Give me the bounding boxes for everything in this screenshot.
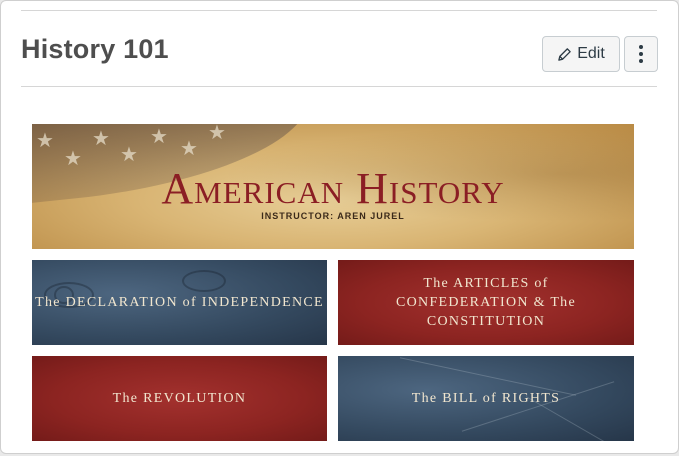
tile-declaration-of-independence[interactable]: The DECLARATION of INDEPENDENCE	[32, 260, 327, 345]
tile-articles-of-confederation[interactable]: The ARTICLES of CONFEDERATION & The CONS…	[338, 260, 634, 345]
eye-graphic	[182, 270, 226, 292]
star-icon: ★	[180, 138, 198, 160]
pencil-icon	[558, 47, 571, 61]
star-icon: ★	[150, 126, 168, 148]
vertical-dots-icon	[639, 45, 643, 63]
star-icon: ★	[92, 128, 110, 150]
more-options-button[interactable]	[624, 36, 658, 72]
banner-title: American History	[161, 164, 505, 213]
tile-label: The BILL of RIGHTS	[411, 391, 561, 406]
edit-button-label: Edit	[577, 45, 605, 62]
header-divider	[21, 86, 657, 87]
banner-instructor: INSTRUCTOR: AREN JUREL	[261, 211, 405, 221]
tile-revolution[interactable]: The REVOLUTION	[32, 356, 327, 441]
star-icon: ★	[36, 130, 54, 152]
top-divider	[21, 10, 657, 11]
tile-bill-of-rights[interactable]: The BILL of RIGHTS	[338, 356, 634, 441]
star-icon: ★	[208, 124, 226, 144]
page-title: History 101	[21, 34, 169, 64]
tile-label: The DECLARATION of INDEPENDENCE	[35, 295, 324, 310]
tile-label: The ARTICLES of CONFEDERATION & The CONS…	[396, 276, 576, 329]
course-home-page: History 101 Edit ★ ★ ★ ★ ★ ★ ★ American …	[0, 0, 679, 454]
tile-label: The REVOLUTION	[112, 391, 247, 406]
american-history-banner[interactable]: ★ ★ ★ ★ ★ ★ ★ American History INSTRUCTO…	[32, 124, 634, 249]
edit-button[interactable]: Edit	[542, 36, 620, 72]
